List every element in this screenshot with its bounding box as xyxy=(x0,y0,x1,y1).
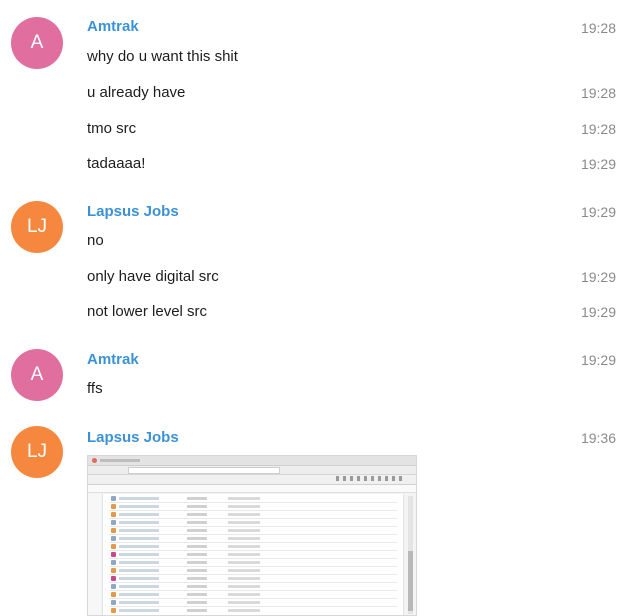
message-text: no xyxy=(87,232,104,249)
avatar[interactable]: LJ xyxy=(11,426,63,478)
avatar[interactable]: LJ xyxy=(11,201,63,253)
message-text: tadaaaa! xyxy=(87,155,146,172)
message-text: why do u want this shit xyxy=(87,48,238,65)
message-text: ffs xyxy=(87,380,103,397)
sender-name[interactable]: Amtrak xyxy=(87,351,139,368)
sender-name[interactable]: Lapsus Jobs xyxy=(87,203,179,220)
message-timestamp: 19:29 xyxy=(580,352,616,368)
tab-favicon-icon xyxy=(92,458,97,463)
message-timestamp: 19:29 xyxy=(580,304,616,320)
image-attachment[interactable] xyxy=(87,455,417,616)
message-text: tmo src xyxy=(87,120,137,137)
thumbnail-file-list xyxy=(102,494,404,615)
sender-name[interactable]: Amtrak xyxy=(87,18,139,35)
message-timestamp: 19:28 xyxy=(580,20,616,36)
url-field xyxy=(128,467,280,474)
message-text: only have digital src xyxy=(87,268,219,285)
message-timestamp: 19:28 xyxy=(580,121,616,137)
thumbnail-sidebar xyxy=(88,494,101,615)
sender-name[interactable]: Lapsus Jobs xyxy=(87,429,179,446)
message-text: not lower level src xyxy=(87,303,208,320)
message-timestamp: 19:29 xyxy=(580,204,616,220)
thumbnail-scrollbar xyxy=(408,496,413,614)
message-timestamp: 19:36 xyxy=(580,430,616,446)
toolbar-icons xyxy=(336,476,406,481)
message-text: u already have xyxy=(87,84,186,101)
message-timestamp: 19:29 xyxy=(580,156,616,172)
message-timestamp: 19:28 xyxy=(580,85,616,101)
avatar[interactable]: A xyxy=(11,17,63,69)
tab-title-placeholder xyxy=(100,459,140,462)
message-timestamp: 19:29 xyxy=(580,269,616,285)
avatar[interactable]: A xyxy=(11,349,63,401)
browser-subbar xyxy=(88,485,416,493)
